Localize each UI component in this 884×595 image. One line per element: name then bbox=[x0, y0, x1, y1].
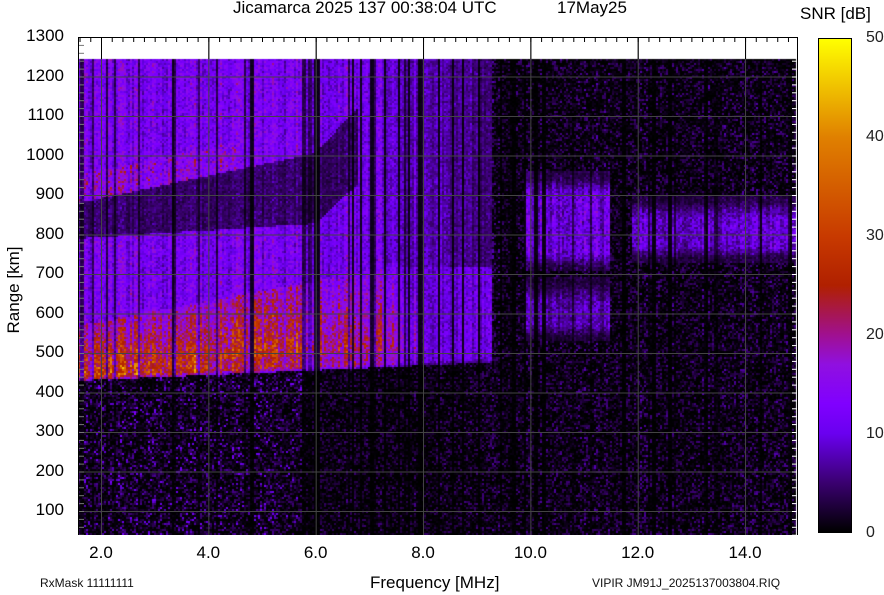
y-tick-label: 1100 bbox=[27, 105, 64, 124]
x-tick-label: 4.0 bbox=[196, 543, 221, 562]
file-label: VIPIR JM91J_2025137003804.RIQ bbox=[592, 576, 781, 590]
colorbar-tick-label: 0 bbox=[866, 524, 875, 541]
y-tick-label: 900 bbox=[35, 184, 64, 203]
x-tick-label: 12.0 bbox=[621, 543, 655, 562]
colorbar-tick-label: 50 bbox=[866, 29, 884, 46]
ionogram-plot bbox=[78, 37, 798, 535]
colorbar-tick-label: 30 bbox=[866, 227, 884, 244]
y-tick-label: 1200 bbox=[26, 65, 64, 85]
y-tick-label: 400 bbox=[35, 381, 64, 401]
y-tick-label: 1000 bbox=[26, 144, 64, 164]
rx-mask-label: RxMask 11111111 bbox=[40, 576, 134, 590]
colorbar-tick-label: 40 bbox=[866, 128, 884, 145]
x-tick-label: 14.0 bbox=[728, 543, 762, 562]
y-tick-label: 200 bbox=[35, 460, 64, 480]
colorbar-tick-label: 20 bbox=[866, 326, 884, 343]
x-tick-label: 2.0 bbox=[89, 543, 113, 562]
y-tick-label: 300 bbox=[35, 421, 64, 440]
y-tick-label: 1300 bbox=[26, 26, 64, 45]
y-tick-label: 500 bbox=[35, 342, 64, 361]
colorbar bbox=[818, 38, 852, 533]
x-tick-label: 6.0 bbox=[303, 543, 328, 562]
x-tick-label: 10.0 bbox=[513, 543, 547, 562]
chart-title: Jicamarca 2025 137 00:38:04 UTC bbox=[233, 0, 497, 17]
y-tick-label: 100 bbox=[35, 500, 64, 519]
colorbar-label: SNR [dB] bbox=[800, 4, 871, 23]
y-axis-label: Range [km] bbox=[4, 246, 23, 334]
chart-date: 17May25 bbox=[557, 0, 627, 17]
colorbar-tick-label: 10 bbox=[866, 425, 884, 442]
x-tick-label: 8.0 bbox=[411, 543, 435, 562]
x-axis-label: Frequency [MHz] bbox=[370, 573, 500, 592]
plot-axes bbox=[78, 37, 798, 535]
